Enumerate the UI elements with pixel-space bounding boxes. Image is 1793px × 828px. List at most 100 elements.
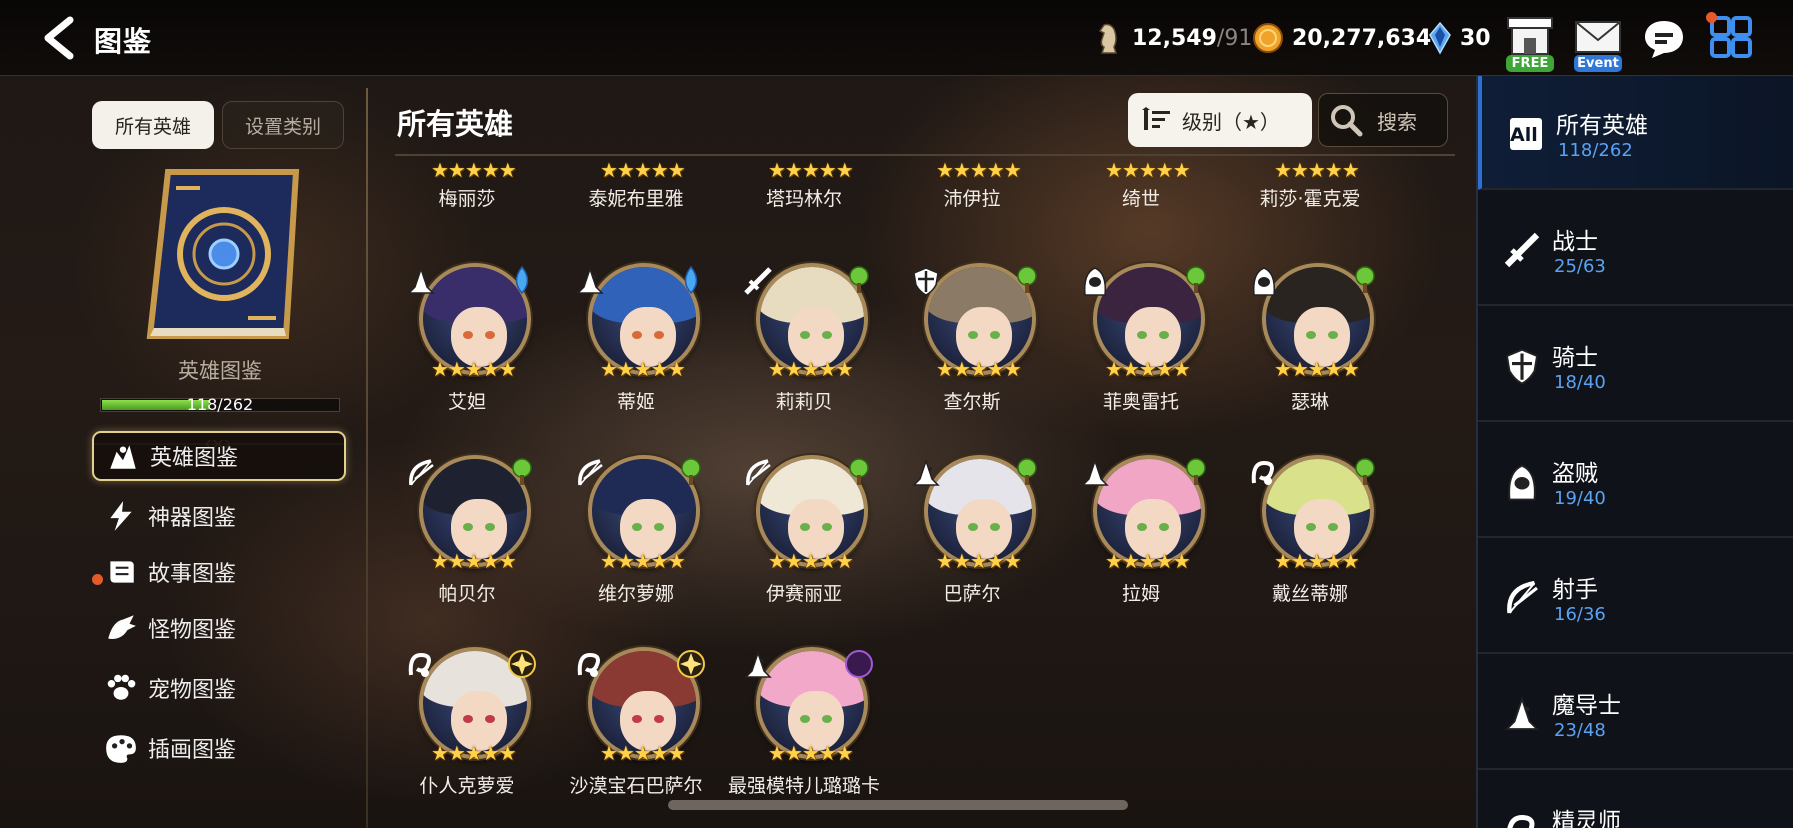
hero-name: 仆人克萝爱 xyxy=(419,775,515,797)
warrior-class-icon xyxy=(744,267,772,295)
hero-card[interactable]: ★★★★★ 菲奥雷托 xyxy=(1071,263,1211,433)
menu-item-story-scroll[interactable]: 故事图鉴 xyxy=(92,547,346,597)
hero-card[interactable]: ★★★★★ 莉莉贝 xyxy=(734,263,874,433)
hero-card[interactable]: ★★★★★ 仆人克萝爱 xyxy=(397,647,537,817)
stamina-horse-icon xyxy=(1098,23,1118,54)
category-name: 魔导士 xyxy=(1552,693,1621,719)
dark-element-icon xyxy=(845,650,873,678)
hero-name: 绮世 xyxy=(1121,188,1160,210)
menu-item-monster-dragon[interactable]: 怪物图鉴 xyxy=(92,603,346,653)
sort-filter-icon xyxy=(1142,107,1170,130)
category-count: 16/36 xyxy=(1554,604,1606,625)
hero-stars: ★★★★★ xyxy=(431,357,517,381)
category-name: 盗贼 xyxy=(1552,461,1598,487)
knight-shield-icon xyxy=(1505,348,1539,385)
category-name: 射手 xyxy=(1552,577,1598,603)
hero-card[interactable]: ★★★★★ 查尔斯 xyxy=(902,263,1042,433)
collection-progress-bar: 118/262 xyxy=(100,395,340,414)
hero-name: 最强模特儿璐璐卡 xyxy=(727,775,880,797)
free-shop-button[interactable]: FREE xyxy=(1502,14,1558,72)
category-ranger-bow[interactable]: 射手 16/36 xyxy=(1478,540,1793,654)
menu-item-label: 神器图鉴 xyxy=(148,506,237,531)
hero-stars: ★★★★★ xyxy=(600,357,686,381)
hero-card[interactable]: ★★★★★ 瑟琳 xyxy=(1240,263,1380,433)
nature-element-icon xyxy=(1355,458,1375,485)
hero-card[interactable]: ★★★★★ 巴萨尔 xyxy=(902,455,1042,625)
grid-menu-icon[interactable] xyxy=(1710,16,1752,58)
hero-name: 维尔萝娜 xyxy=(597,583,674,605)
knight-class-icon xyxy=(913,267,939,296)
mage-class-icon xyxy=(576,266,604,294)
hero-stars: ★★★★★ xyxy=(1274,158,1360,182)
hero-card[interactable]: ★★★★★ 最强模特儿璐璐卡 xyxy=(728,647,880,817)
light-element-icon xyxy=(677,650,705,678)
water-element-icon xyxy=(684,265,698,295)
hero-name: 沙漠宝石巴萨尔 xyxy=(569,775,703,797)
hero-card[interactable]: ★★★★★ 拉姆 xyxy=(1071,455,1211,625)
hero-stars: ★★★★★ xyxy=(768,549,854,573)
menu-notification-dot xyxy=(1706,12,1717,23)
category-mage-hat[interactable]: 魔导士 23/48 xyxy=(1478,656,1793,770)
tab-set-category[interactable]: 设置类别 xyxy=(222,101,344,149)
ranger-class-icon xyxy=(578,459,603,486)
category-warrior-sword[interactable]: 战士 25/63 xyxy=(1478,192,1793,306)
menu-item-hero-codex[interactable]: 英雄图鉴 xyxy=(92,431,346,481)
horizontal-scrollbar[interactable] xyxy=(668,800,1128,810)
category-soul-weaver[interactable]: 精灵师 xyxy=(1478,772,1793,828)
hero-card[interactable]: ★★★★★ 艾妲 xyxy=(397,263,537,433)
hero-stars: ★★★★★ xyxy=(1105,158,1191,182)
category-all[interactable]: All 所有英雄 118/262 xyxy=(1478,76,1793,190)
menu-item-pet-paw[interactable]: 宠物图鉴 xyxy=(92,663,346,713)
hero-stars: ★★★★★ xyxy=(768,741,854,765)
gold-display[interactable]: 20,277,634 xyxy=(1252,20,1431,56)
menu-item-illustration-palette[interactable]: 插画图鉴 xyxy=(92,723,346,773)
hero-stars: ★★★★★ xyxy=(600,158,686,182)
menu-item-label: 插画图鉴 xyxy=(148,738,237,763)
hero-stars: ★★★★★ xyxy=(600,741,686,765)
story-notification-dot xyxy=(92,574,103,585)
hero-name: 帕贝尔 xyxy=(438,583,496,605)
category-count: 19/40 xyxy=(1554,488,1606,509)
category-count: 118/262 xyxy=(1558,140,1633,161)
search-label: 搜索 xyxy=(1377,109,1417,134)
category-thief-hood[interactable]: 盗贼 19/40 xyxy=(1478,424,1793,538)
category-name: 所有英雄 xyxy=(1556,113,1648,139)
hero-name: 梅丽莎 xyxy=(438,188,496,210)
hero-card[interactable]: ★★★★★ 伊赛丽亚 xyxy=(734,455,874,625)
category-knight-shield[interactable]: 骑士 18/40 xyxy=(1478,308,1793,422)
warrior-sword-icon xyxy=(1504,232,1540,268)
hero-card[interactable]: ★★★★★ 蒂姬 xyxy=(566,263,706,433)
search-button[interactable]: 搜索 xyxy=(1318,93,1448,147)
gold-coin-icon xyxy=(1253,23,1283,53)
hero-stars: ★★★★★ xyxy=(936,357,1022,381)
stamina-value: 12,549 xyxy=(1132,25,1217,51)
event-tag: Event xyxy=(1574,55,1622,72)
hero-card[interactable]: ★★★★★ 维尔萝娜 xyxy=(566,455,706,625)
hero-card[interactable]: ★★★★★ 帕贝尔 xyxy=(397,455,537,625)
stamina-display[interactable]: 12,549 /91 xyxy=(1094,20,1252,56)
nature-element-icon xyxy=(849,458,869,485)
tab-all-heroes[interactable]: 所有英雄 xyxy=(92,101,214,149)
sort-by-rank-button[interactable]: 级别（★） xyxy=(1128,93,1312,147)
hero-name: 巴萨尔 xyxy=(943,583,1001,605)
event-mail-button[interactable]: Event xyxy=(1570,14,1626,72)
category-name: 战士 xyxy=(1552,229,1598,255)
crystal-display[interactable]: 30 xyxy=(1428,20,1491,56)
light-element-icon xyxy=(508,650,536,678)
hero-codex-icon xyxy=(110,445,136,469)
hero-card[interactable]: ★★★★★ 沙漠宝石巴萨尔 xyxy=(566,647,706,817)
menu-item-artifact-lightning[interactable]: 神器图鉴 xyxy=(92,491,346,541)
chat-bubble-icon[interactable] xyxy=(1642,18,1686,60)
progress-text: 118/262 xyxy=(186,395,254,414)
category-name: 骑士 xyxy=(1552,345,1598,371)
hero-stars: ★★★★★ xyxy=(936,549,1022,573)
mage-hat-icon xyxy=(1504,696,1540,730)
hero-card[interactable]: ★★★★★ 戴丝蒂娜 xyxy=(1240,455,1380,625)
nature-element-icon xyxy=(1355,266,1375,293)
soul-weaver-class-icon xyxy=(1251,460,1274,485)
back-arrow-icon[interactable] xyxy=(38,14,86,62)
free-tag: FREE xyxy=(1506,55,1554,72)
hero-stars: ★★★★★ xyxy=(1274,549,1360,573)
nature-element-icon xyxy=(1186,266,1206,293)
monster-dragon-icon xyxy=(108,615,136,639)
